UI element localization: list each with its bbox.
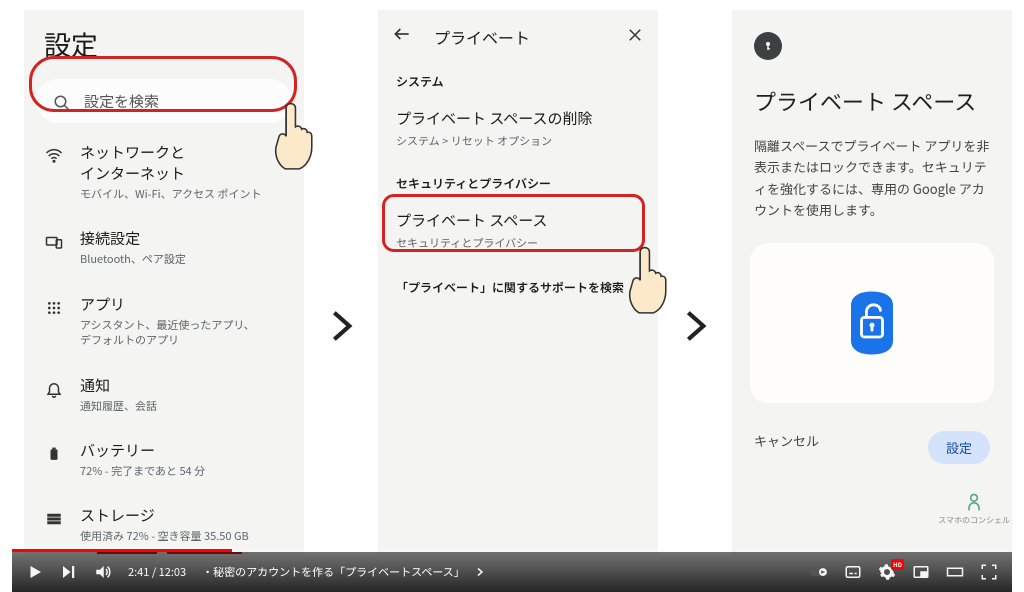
setting-apps[interactable]: アプリ アシスタント、最近使ったアプリ、 デフォルトのアプリ (24, 281, 304, 362)
chevron-right-icon (320, 90, 362, 562)
item-sub: システム > リセット オプション (396, 133, 640, 149)
item-title: プライベート スペース (396, 210, 640, 231)
next-button[interactable] (60, 563, 78, 581)
hd-badge: HD (891, 559, 904, 570)
search-help-link[interactable]: 「プライベート」に関するサポートを検索 (378, 265, 658, 310)
setting-title: アプリ (80, 294, 255, 315)
section-header: セキュリティとプライバシー (378, 163, 658, 200)
unlock-icon (837, 288, 907, 358)
item-sub: セキュリティとプライバシー (396, 235, 640, 251)
setting-title: バッテリー (80, 440, 205, 461)
result-private-space[interactable]: プライベート スペース セキュリティとプライバシー (378, 200, 658, 265)
setup-button[interactable]: 設定 (928, 431, 990, 464)
close-icon[interactable] (626, 25, 644, 49)
setting-battery[interactable]: バッテリー 72% - 完了まであと 54 分 (24, 427, 304, 492)
setting-sub: アシスタント、最近使ったアプリ、 デフォルトのアプリ (80, 318, 255, 349)
shield-key-icon (754, 32, 782, 60)
setting-title: ネットワークと インターネット (80, 142, 262, 184)
settings-button[interactable]: HD (878, 563, 896, 581)
setting-notifications[interactable]: 通知 通知履歴、会話 (24, 362, 304, 427)
theater-button[interactable] (946, 563, 964, 581)
time-display: 2:41 / 12:03 (128, 564, 186, 580)
subtitles-button[interactable] (844, 563, 862, 581)
setting-sub: モバイル、Wi-Fi、アクセス ポイント (80, 187, 262, 202)
video-controls: 2:41 / 12:03 ・秘密のアカウントを作る「プライベートスペース」 HD (12, 552, 1012, 592)
setting-title: 接続設定 (80, 228, 186, 249)
page-title: 設定 (24, 10, 304, 73)
setting-connected[interactable]: 接続設定 Bluetooth、ペア設定 (24, 215, 304, 280)
cancel-button[interactable]: キャンセル (754, 431, 819, 464)
fullscreen-button[interactable] (980, 563, 998, 581)
setting-sub: 72% - 完了まであと 54 分 (80, 464, 205, 479)
search-placeholder: 設定を検索 (84, 91, 159, 112)
watermark: スマホのコンシェル (938, 492, 1010, 526)
setting-sub: Bluetooth、ペア設定 (80, 252, 186, 267)
chapter-title[interactable]: ・秘密のアカウントを作る「プライベートスペース」 (202, 564, 465, 580)
miniplayer-button[interactable] (912, 563, 930, 581)
tutorial-content: 設定 設定を検索 ネットワークと インターネット モバイル、Wi-Fi、アクセス… (12, 10, 1012, 562)
setting-storage[interactable]: ストレージ 使用済み 72% - 空き容量 35.50 GB (24, 492, 304, 555)
setting-sub: 通知履歴、会話 (80, 399, 157, 414)
wifi-icon (44, 146, 64, 166)
chevron-right-icon[interactable] (471, 563, 489, 581)
search-results-panel: プライベート システム プライベート スペースの削除 システム > リセット オ… (378, 10, 658, 555)
description-text: 隔離スペースでプライベート アプリを非表示またはロックできます。セキュリティを強… (732, 135, 1012, 221)
settings-panel: 設定 設定を検索 ネットワークと インターネット モバイル、Wi-Fi、アクセス… (24, 10, 304, 555)
page-title: プライベート スペース (754, 86, 990, 117)
volume-button[interactable] (94, 563, 112, 581)
chevron-right-icon (674, 90, 716, 562)
illustration-card (750, 243, 994, 403)
section-header: システム (378, 61, 658, 98)
setting-title: 通知 (80, 375, 157, 396)
play-button[interactable] (26, 563, 44, 581)
storage-icon (44, 509, 64, 529)
battery-icon (44, 444, 64, 464)
search-query: プライベート (434, 25, 530, 49)
autoplay-toggle[interactable] (810, 563, 828, 581)
back-icon[interactable] (392, 24, 412, 49)
setting-sub: 使用済み 72% - 空き容量 35.50 GB (80, 529, 249, 544)
private-space-setup-panel: プライベート スペース 隔離スペースでプライベート アプリを非表示またはロックで… (732, 10, 1012, 555)
search-icon (52, 93, 72, 113)
devices-icon (44, 232, 64, 252)
apps-icon (44, 298, 64, 318)
setting-network[interactable]: ネットワークと インターネット モバイル、Wi-Fi、アクセス ポイント (24, 129, 304, 215)
bell-icon (44, 379, 64, 399)
setting-title: ストレージ (80, 505, 249, 526)
result-delete-private-space[interactable]: プライベート スペースの削除 システム > リセット オプション (378, 98, 658, 163)
item-title: プライベート スペースの削除 (396, 108, 640, 129)
search-input[interactable]: 設定を検索 (36, 79, 292, 123)
